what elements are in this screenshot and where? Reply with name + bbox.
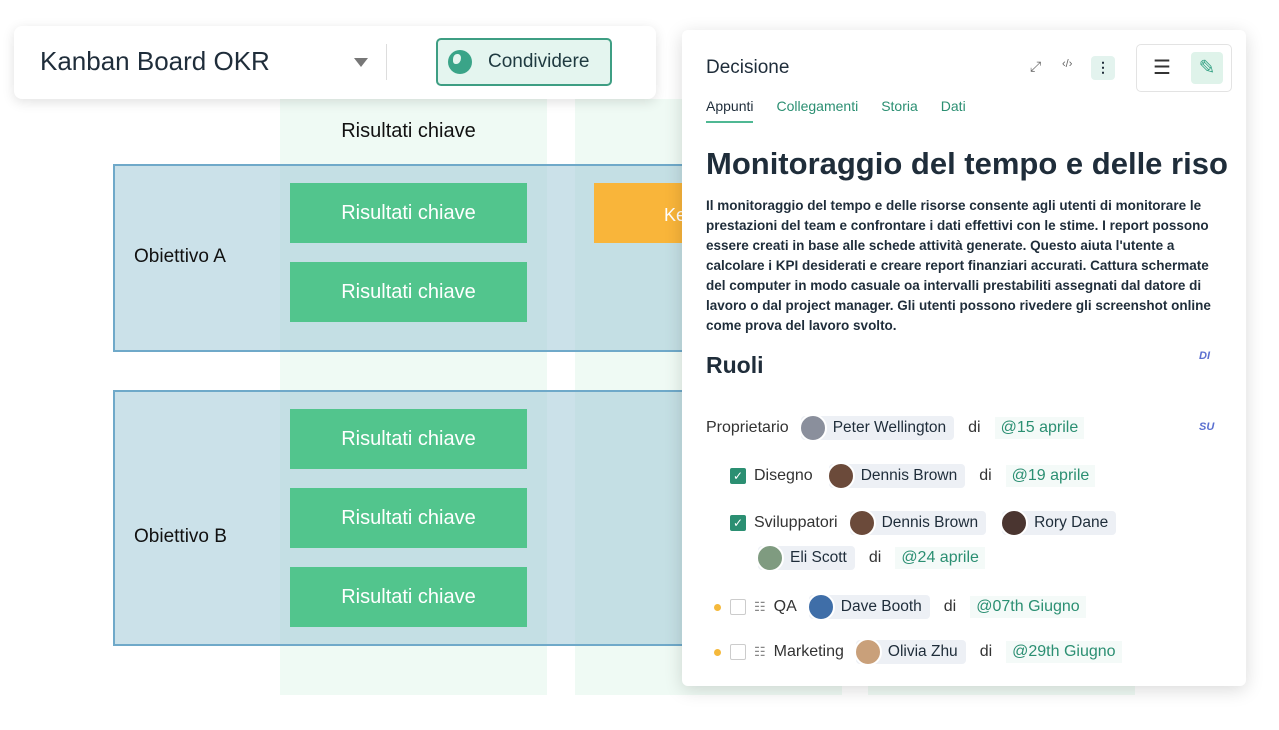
role-label: QA: [773, 598, 797, 615]
due-date[interactable]: @15 aprile: [994, 417, 1085, 439]
panel-tabs: Appunti Collegamenti Storia Dati: [706, 98, 966, 123]
checkbox-checked[interactable]: ✓: [730, 468, 746, 484]
note-heading: Monitoraggio del tempo e delle riso: [706, 146, 1228, 181]
person-name: Eli Scott: [790, 549, 847, 566]
person-chip[interactable]: Dave Booth: [806, 593, 930, 621]
status-dot: [714, 603, 721, 611]
tab-storia[interactable]: Storia: [881, 98, 918, 123]
di-label: di: [979, 643, 993, 660]
avatar: [798, 414, 827, 442]
checkbox[interactable]: [730, 644, 746, 660]
person-name: Olivia Zhu: [887, 643, 958, 660]
di-label: di: [943, 598, 957, 615]
due-date[interactable]: @29th Giugno: [1006, 641, 1122, 663]
checkbox[interactable]: [730, 599, 746, 615]
checkbox-checked[interactable]: ✓: [730, 515, 746, 531]
embed-icon[interactable]: ‹/›: [1062, 58, 1072, 70]
person-chip[interactable]: Peter Wellington: [798, 414, 955, 442]
avatar: [1000, 509, 1029, 537]
role-row-disegno: ✓ Disegno Dennis Brown di @19 aprile: [730, 462, 1096, 490]
person-chip[interactable]: Rory Dane: [1000, 509, 1117, 537]
di-label: di: [868, 549, 882, 566]
key-result-card[interactable]: Risultati chiave: [290, 409, 527, 469]
more-icon[interactable]: ⋮: [1091, 56, 1115, 80]
tab-collegamenti[interactable]: Collegamenti: [776, 98, 858, 123]
key-result-card[interactable]: Risultati chiave: [290, 488, 527, 548]
person-chip[interactable]: Dennis Brown: [826, 462, 966, 490]
role-row-sviluppatori: ✓ Sviluppatori Dennis Brown Rory Dane: [730, 509, 1117, 537]
key-result-card-orange[interactable]: Ke: [594, 183, 694, 243]
role-label: Proprietario: [706, 419, 789, 436]
column-header: Risultati chiave: [341, 120, 476, 142]
note-description: Il monitoraggio del tempo e delle risors…: [706, 198, 1211, 333]
hierarchy-icon: ☷: [754, 644, 766, 659]
edit-note-icon[interactable]: ✎: [1191, 52, 1223, 84]
role-row-proprietario: Proprietario Peter Wellington di @15 apr…: [706, 414, 1085, 442]
person-name: Peter Wellington: [832, 419, 947, 436]
divider: [386, 44, 387, 80]
due-date[interactable]: @19 aprile: [1005, 465, 1096, 487]
decision-panel: Decisione ⤢ ‹/› ⋮ ☰ ✎ Appunti Collegamen…: [682, 30, 1246, 686]
person-chip[interactable]: Olivia Zhu: [853, 638, 966, 666]
role-row-marketing: ☷ Marketing Olivia Zhu di @29th Giugno: [714, 638, 1122, 666]
expand-icon[interactable]: ⤢: [1030, 58, 1041, 75]
tab-appunti[interactable]: Appunti: [706, 98, 754, 123]
chevron-down-icon[interactable]: [354, 58, 368, 67]
objective-label: Obiettivo A: [134, 246, 226, 267]
role-label: Sviluppatori: [754, 514, 838, 531]
board-title: Kanban Board OKR: [40, 46, 270, 76]
key-result-card[interactable]: Risultati chiave: [290, 262, 527, 322]
share-label: Condividere: [488, 51, 590, 72]
avatar: [826, 462, 855, 490]
person-name: Rory Dane: [1034, 514, 1109, 531]
role-row-qa: ☷ QA Dave Booth di @07th Giugno: [714, 593, 1086, 621]
due-date[interactable]: @24 aprile: [895, 547, 985, 569]
tab-dati[interactable]: Dati: [941, 98, 966, 123]
board-header: Kanban Board OKR Condividere: [14, 26, 656, 99]
toolbox: ☰ ✎: [1136, 44, 1232, 92]
panel-title: Decisione: [706, 57, 790, 78]
side-label-su: SU: [1199, 421, 1215, 433]
person-name: Dave Booth: [840, 598, 922, 615]
hierarchy-icon: ☷: [754, 599, 766, 614]
role-label: Disegno: [754, 467, 813, 484]
role-row-sviluppatori-cont: Eli Scott di @24 aprile: [746, 544, 985, 572]
person-name: Dennis Brown: [881, 514, 979, 531]
key-result-card[interactable]: Risultati chiave: [290, 567, 527, 627]
di-label: di: [979, 467, 992, 484]
globe-icon: [448, 50, 472, 74]
sliders-icon[interactable]: ☰: [1149, 55, 1175, 81]
objective-label: Obiettivo B: [134, 526, 227, 547]
status-dot: [714, 648, 721, 656]
person-chip[interactable]: Dennis Brown: [847, 509, 987, 537]
person-name: Dennis Brown: [860, 467, 958, 484]
side-label-di: DI: [1199, 350, 1210, 362]
avatar: [853, 638, 882, 666]
di-label: di: [968, 419, 981, 436]
roles-heading: Ruoli: [706, 352, 764, 378]
avatar: [806, 593, 835, 621]
key-result-card[interactable]: Risultati chiave: [290, 183, 527, 243]
share-button[interactable]: Condividere: [436, 38, 612, 86]
person-chip[interactable]: Eli Scott: [756, 544, 855, 572]
avatar: [756, 544, 784, 572]
avatar: [847, 509, 876, 537]
due-date[interactable]: @07th Giugno: [970, 596, 1086, 618]
role-label: Marketing: [773, 643, 844, 660]
